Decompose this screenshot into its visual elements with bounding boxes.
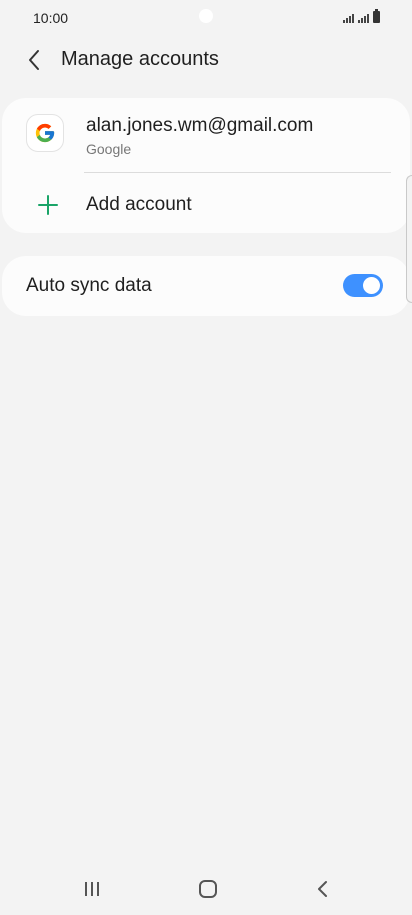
- divider: [84, 172, 391, 173]
- google-icon: [26, 114, 64, 152]
- toggle-knob: [362, 276, 381, 295]
- recents-icon: [85, 882, 99, 896]
- recents-button[interactable]: [72, 876, 112, 902]
- navigation-bar: [0, 864, 412, 915]
- home-icon: [199, 880, 217, 898]
- auto-sync-toggle[interactable]: [343, 274, 383, 297]
- auto-sync-label: Auto sync data: [26, 275, 152, 296]
- accounts-card: alan.jones.wm@gmail.com Google Add accou…: [2, 98, 410, 233]
- back-icon: [318, 881, 327, 897]
- header: Manage accounts: [0, 36, 412, 84]
- edge-panel-handle[interactable]: [406, 175, 412, 303]
- chevron-left-icon: [29, 50, 39, 70]
- account-type: Google: [86, 141, 132, 157]
- add-account-button[interactable]: Add account: [2, 174, 410, 232]
- add-account-label: Add account: [86, 194, 192, 215]
- signal-icon-2: [358, 12, 369, 23]
- front-camera: [199, 9, 213, 23]
- battery-icon: [373, 9, 380, 23]
- back-button[interactable]: [18, 42, 50, 78]
- page-title: Manage accounts: [61, 48, 219, 70]
- account-row-google[interactable]: alan.jones.wm@gmail.com Google: [2, 98, 410, 172]
- signal-icon: [343, 12, 354, 23]
- status-time: 10:00: [33, 10, 69, 26]
- back-nav-button[interactable]: [303, 876, 343, 902]
- plus-icon: [38, 195, 58, 215]
- account-email: alan.jones.wm@gmail.com: [86, 115, 314, 136]
- home-button[interactable]: [188, 876, 228, 902]
- auto-sync-card[interactable]: Auto sync data: [2, 256, 410, 316]
- status-bar: 10:00: [0, 0, 412, 36]
- status-icons: [343, 9, 380, 23]
